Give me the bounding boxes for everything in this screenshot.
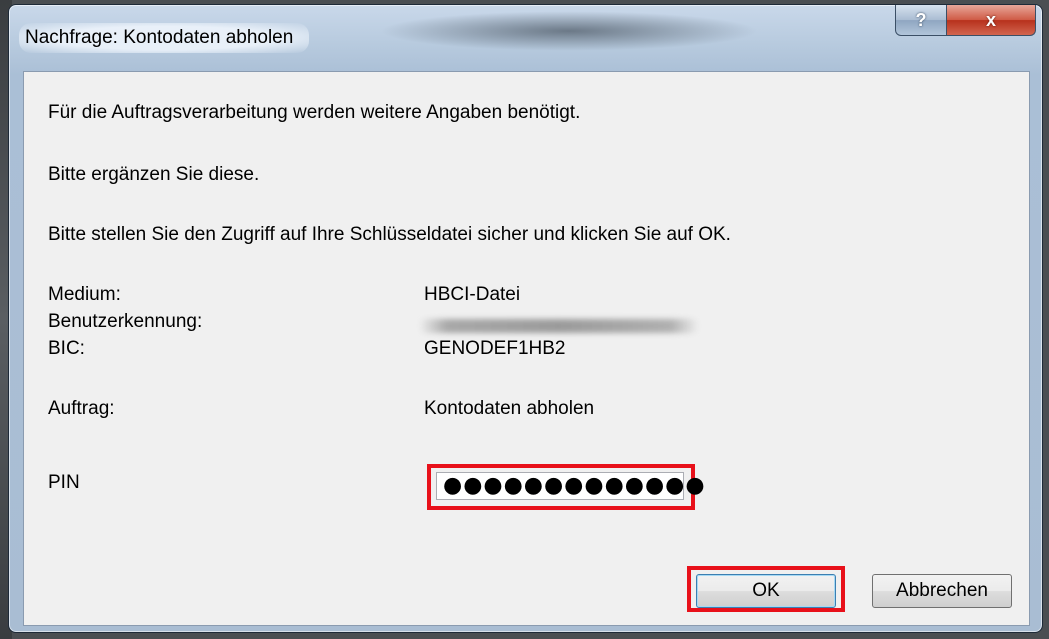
close-icon: x — [985, 9, 996, 30]
bic-value: GENODEF1HB2 — [424, 338, 566, 359]
medium-value: HBCI-Datei — [424, 284, 521, 305]
order-value: Kontodaten abholen — [424, 398, 595, 419]
close-button[interactable]: x — [947, 5, 1036, 36]
title-glow: Nachfrage: Kontodaten abholen — [19, 23, 310, 53]
caption-buttons: ? x — [895, 5, 1036, 37]
user-id-label: Benutzerkennung: — [48, 311, 203, 332]
dialog-client-area: Für die Auftragsverarbeitung werden weit… — [23, 71, 1030, 626]
dialog-window: Nachfrage: Kontodaten abholen ? x Für di… — [8, 4, 1043, 633]
title-bar-glass — [379, 11, 759, 51]
help-button[interactable]: ? — [895, 5, 947, 36]
info-text-2: Bitte ergänzen Sie diese. — [48, 164, 260, 185]
info-text-1: Für die Auftragsverarbeitung werden weit… — [48, 102, 581, 123]
pin-input[interactable]: ●●●●●●●●●●●●● — [436, 472, 705, 500]
bic-label: BIC: — [48, 338, 85, 359]
user-id-value-redacted — [419, 319, 699, 333]
medium-label: Medium: — [48, 284, 121, 305]
info-text-3: Bitte stellen Sie den Zugriff auf Ihre S… — [48, 224, 731, 245]
pin-label: PIN — [48, 472, 80, 493]
window-title: Nachfrage: Kontodaten abholen — [25, 27, 294, 48]
ok-button[interactable]: OK — [696, 574, 836, 608]
cancel-button[interactable]: Abbrechen — [872, 574, 1012, 608]
order-label: Auftrag: — [48, 398, 115, 419]
title-bar[interactable]: Nachfrage: Kontodaten abholen ? x — [9, 5, 1042, 61]
help-icon: ? — [915, 9, 927, 30]
